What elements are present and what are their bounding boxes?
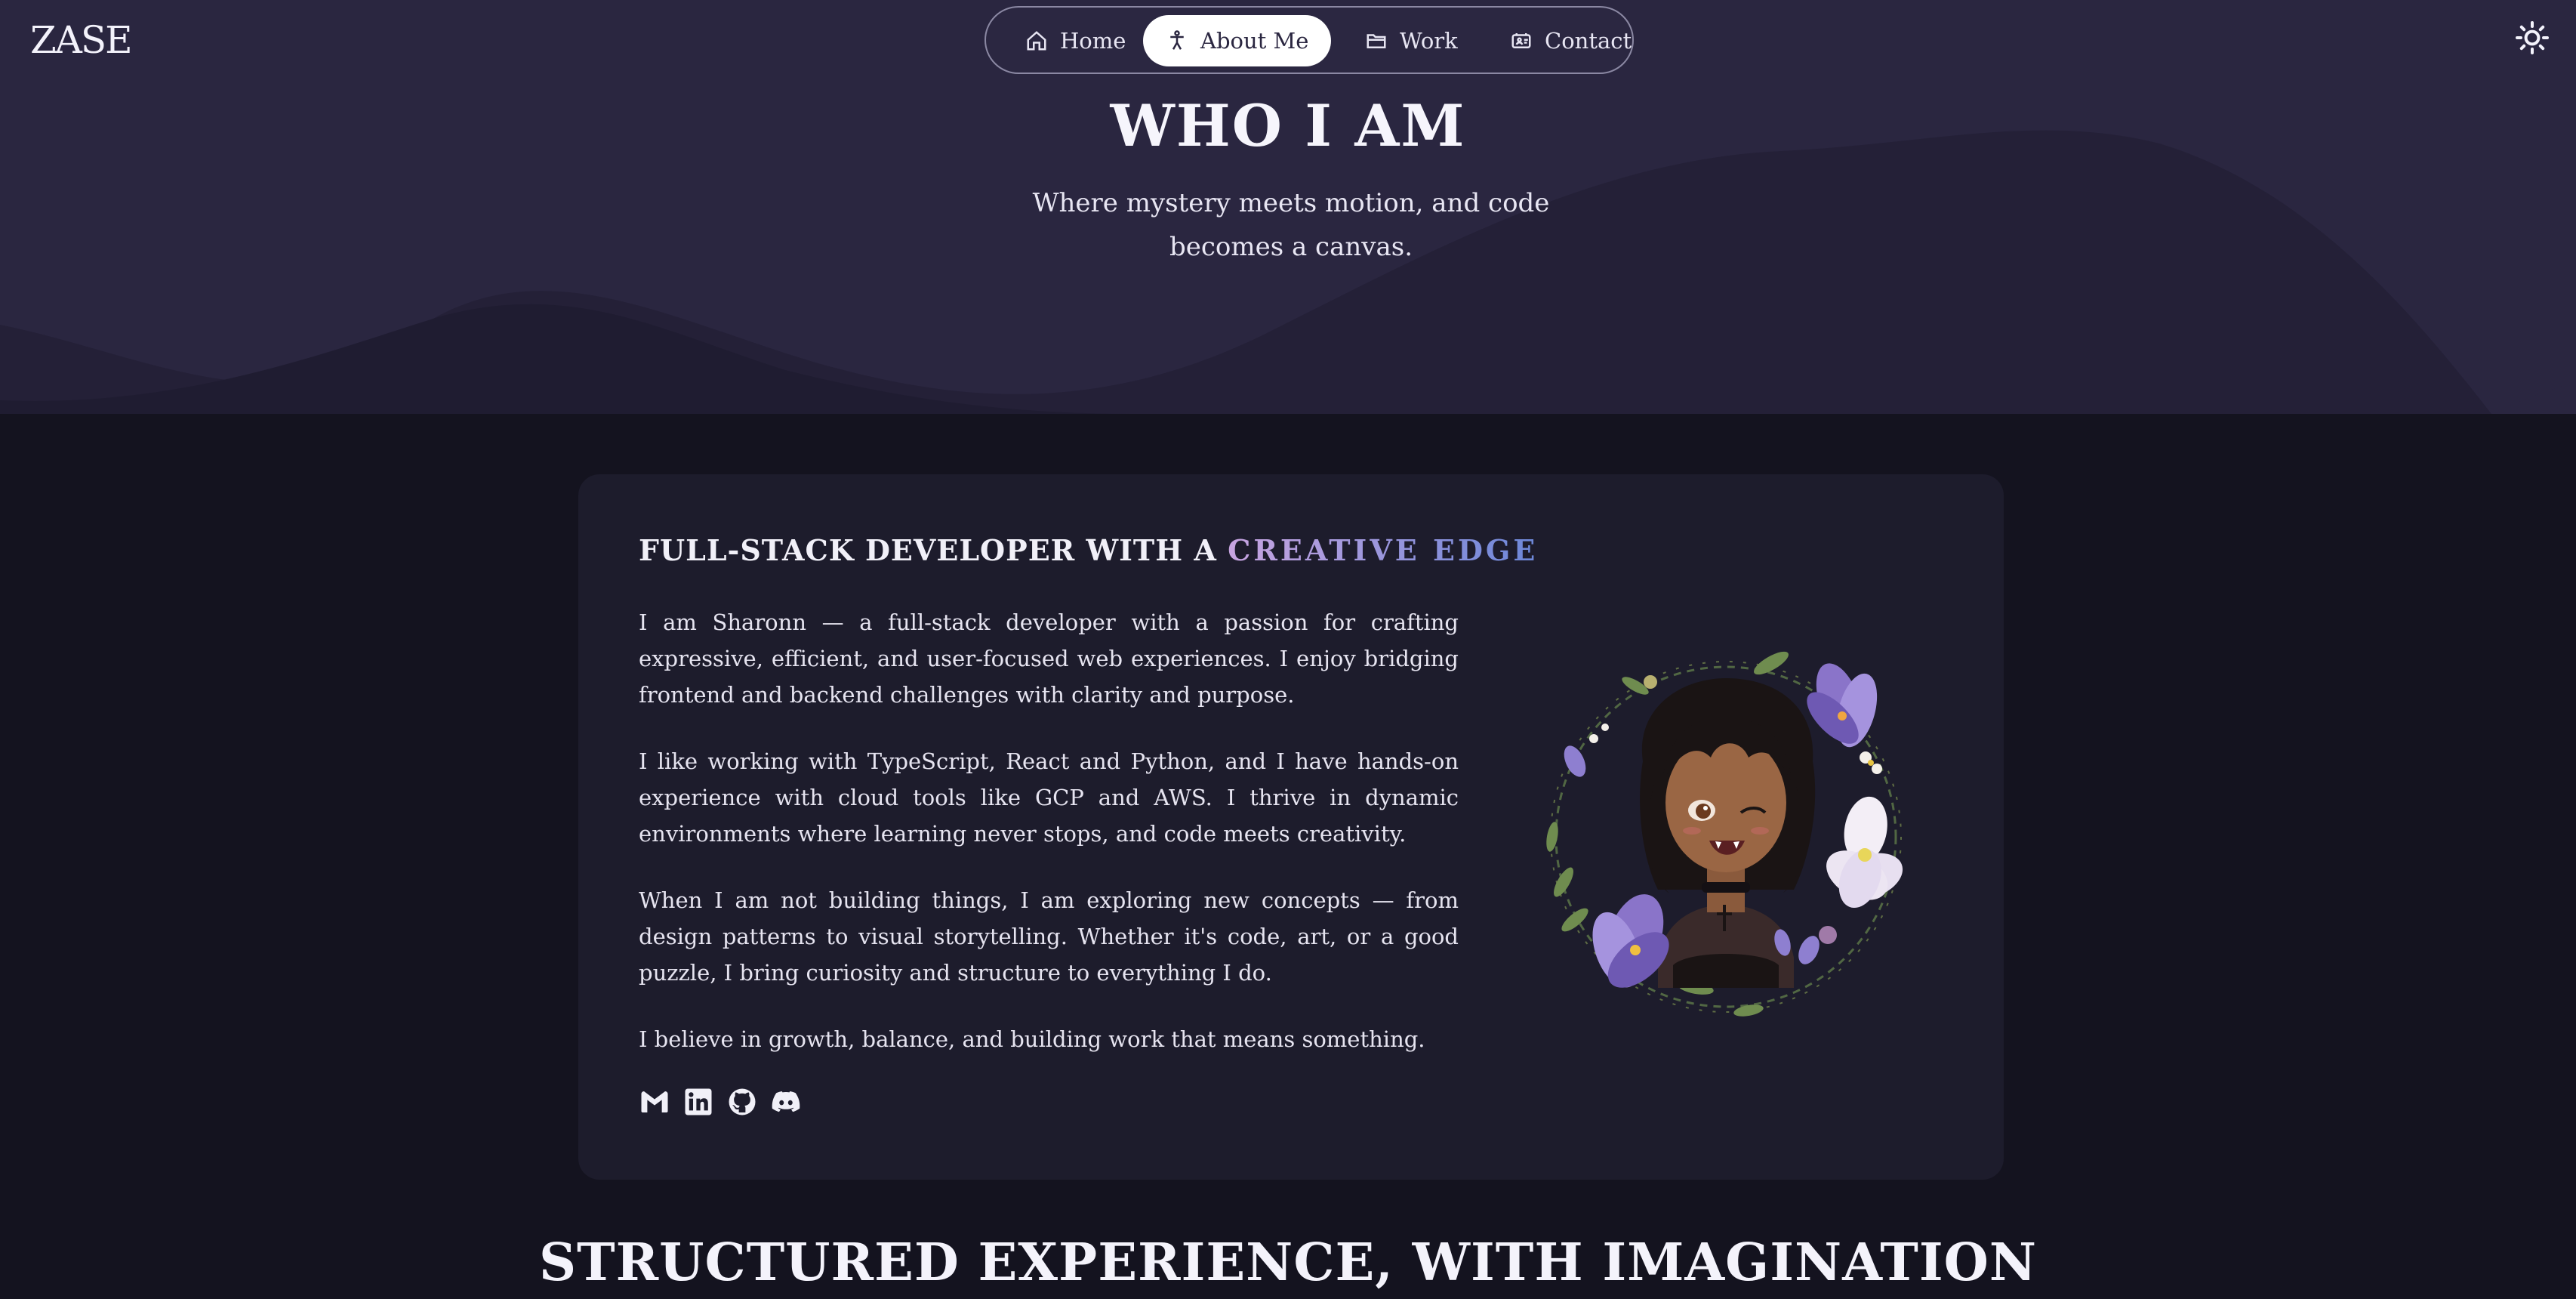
github-icon (729, 1088, 756, 1115)
person-icon (1170, 30, 1184, 50)
about-heading-prefix: FULL-STACK DEVELOPER WITH A (639, 533, 1217, 567)
experience-section-title: STRUCTURED EXPERIENCE, WITH IMAGINATION (538, 1233, 2038, 1293)
theme-toggle-button[interactable] (2514, 20, 2550, 56)
contact-card-icon (1511, 33, 1531, 48)
linkedin-icon (685, 1088, 712, 1115)
gmail-link[interactable] (639, 1086, 670, 1118)
nav-work[interactable]: Work (1342, 15, 1481, 66)
site-logo[interactable]: ZASE (30, 18, 133, 62)
about-card: FULL-STACK DEVELOPER WITH A CREATIVE EDG… (578, 474, 2004, 1180)
github-link[interactable] (726, 1086, 758, 1118)
social-links (639, 1086, 802, 1118)
nav-work-label: Work (1400, 28, 1458, 54)
nav-about-me[interactable]: About Me (1143, 15, 1332, 66)
hero-subtitle: Where mystery meets motion, and code bec… (1032, 188, 1550, 262)
main-nav: Home About Me Work Contact (984, 6, 1634, 74)
home-icon (1027, 31, 1046, 51)
discord-icon (772, 1091, 800, 1112)
about-heading: FULL-STACK DEVELOPER WITH A CREATIVE EDG… (639, 533, 1538, 567)
discord-link[interactable] (770, 1086, 802, 1118)
folder-icon (1367, 34, 1386, 48)
about-paragraph-2: I like working with TypeScript, React an… (639, 748, 1459, 847)
about-paragraph-3: When I am not building things, I am expl… (639, 887, 1459, 986)
hero-title: WHO I AM (1110, 92, 1466, 159)
about-paragraph-1: I am Sharonn — a full-stack developer wi… (639, 609, 1459, 708)
nav-home[interactable]: Home (1003, 15, 1148, 66)
nav-contact[interactable]: Contact (1487, 15, 1654, 66)
hero-section: ZASE Home About Me Work Contact WHO I AM… (0, 0, 2576, 414)
about-paragraph-4: I believe in growth, balance, and buildi… (639, 1026, 1425, 1052)
nav-home-label: Home (1060, 28, 1126, 54)
sun-icon (2516, 21, 2549, 54)
gmail-icon (641, 1091, 668, 1112)
linkedin-link[interactable] (683, 1086, 714, 1118)
about-heading-accent: CREATIVE EDGE (1228, 533, 1539, 567)
nav-contact-label: Contact (1545, 28, 1632, 54)
nav-about-label: About Me (1200, 28, 1309, 54)
avatar-illustration (1546, 651, 1903, 1017)
